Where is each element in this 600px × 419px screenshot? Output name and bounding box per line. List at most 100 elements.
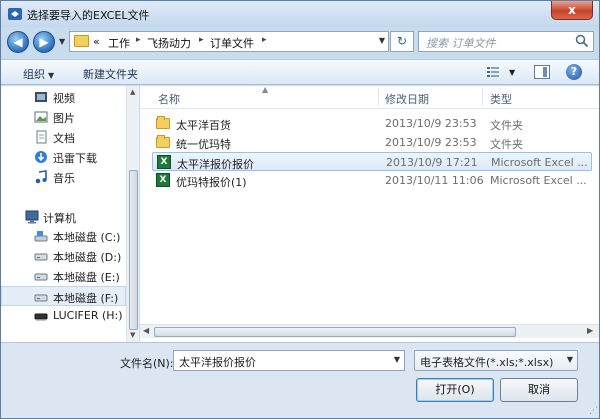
nav-item-documents[interactable]: 文档 <box>1 127 126 147</box>
breadcrumb-item[interactable]: 飞扬动力 <box>147 35 191 51</box>
nav-item-thunder-download[interactable]: 迅雷下载 <box>1 147 126 167</box>
chevron-down-icon[interactable]: ▼ <box>509 68 515 77</box>
forward-button[interactable]: ▶ <box>33 31 55 53</box>
chevron-right-icon[interactable]: ▸ <box>199 35 204 45</box>
column-type[interactable]: 类型 <box>490 91 512 107</box>
file-list-pane: ▲ 名称 修改日期 类型 太平洋百货 2013/10/9 23:53 文件夹 统… <box>140 85 599 342</box>
file-type: 文件夹 <box>490 138 523 151</box>
scroll-right-icon[interactable]: ▶ <box>587 326 593 335</box>
arrow-left-icon: ◀ <box>13 35 23 49</box>
file-row-selected[interactable]: X 太平洋报价报价 2013/10/9 17:21 Microsoft Exce… <box>152 152 592 171</box>
file-date: 2013/10/11 11:06 <box>385 174 484 187</box>
folder-icon <box>74 35 89 47</box>
new-folder-button[interactable]: 新建文件夹 <box>83 66 138 82</box>
column-divider[interactable] <box>378 88 379 106</box>
recent-locations-dropdown[interactable]: ▼ <box>59 37 65 46</box>
nav-item-drive-c[interactable]: 本地磁盘 (C:) <box>1 226 126 246</box>
documents-icon <box>36 130 47 144</box>
nav-item-label: 迅雷下载 <box>53 152 97 165</box>
search-input[interactable]: 搜索 订单文件 <box>418 31 594 52</box>
file-open-dialog: 选择要导入的EXCEL文件 x ◀ ▶ ▼ « 工作 ▸ 飞扬动力 ▸ 订单文件… <box>0 0 600 419</box>
breadcrumb-root[interactable]: « <box>93 35 100 48</box>
computer-icon <box>25 210 39 224</box>
nav-item-pictures[interactable]: 图片 <box>1 107 126 127</box>
chevron-right-icon[interactable]: ▸ <box>262 35 267 45</box>
nav-item-drive-f[interactable]: 本地磁盘 (F:) <box>1 286 126 306</box>
column-name[interactable]: 名称 <box>158 91 180 107</box>
file-row[interactable]: X 优玛特报价(1) 2013/10/11 11:06 Microsoft Ex… <box>152 171 592 190</box>
filename-field[interactable]: 太平洋报价报价 ▼ <box>173 350 405 371</box>
file-type: Microsoft Excel ... <box>490 174 587 187</box>
preview-pane-icon[interactable] <box>534 65 550 79</box>
cancel-button[interactable]: 取消 <box>500 378 578 402</box>
filename-label: 文件名(N): <box>120 357 174 370</box>
nav-item-label: 本地磁盘 (E:) <box>53 271 120 284</box>
video-icon <box>35 92 47 102</box>
nav-item-drive-d[interactable]: 本地磁盘 (D:) <box>1 246 126 266</box>
close-button[interactable]: x <box>551 1 593 20</box>
scroll-thumb[interactable] <box>129 170 138 330</box>
drive-icon <box>34 253 48 261</box>
command-toolbar: 组织 ▼ 新建文件夹 ▼ ? <box>1 59 599 85</box>
sort-ascending-icon: ▲ <box>262 85 269 94</box>
back-button[interactable]: ◀ <box>7 31 29 53</box>
app-icon <box>8 8 22 20</box>
search-icon[interactable] <box>575 34 589 48</box>
chevron-down-icon[interactable]: ▼ <box>394 355 400 364</box>
scroll-thumb[interactable] <box>154 327 516 337</box>
file-row[interactable]: 太平洋百货 2013/10/9 23:53 文件夹 <box>152 114 592 133</box>
chevron-down-icon: ▼ <box>48 71 55 80</box>
scroll-up-icon[interactable]: ▲ <box>130 88 135 96</box>
file-type: Microsoft Excel ... <box>491 156 588 169</box>
help-icon[interactable]: ? <box>566 64 582 80</box>
window-title: 选择要导入的EXCEL文件 <box>27 9 150 22</box>
usb-drive-icon <box>34 313 48 321</box>
resize-grip-icon[interactable]: ⋰ <box>589 406 598 416</box>
nav-item-label: 本地磁盘 (D:) <box>53 251 122 264</box>
nav-item-label: 视频 <box>53 92 75 105</box>
nav-item-label: LUCIFER (H:) <box>53 309 123 322</box>
refresh-button[interactable]: ↻ <box>390 31 414 52</box>
pictures-icon <box>34 111 48 123</box>
breadcrumb-item[interactable]: 工作 <box>108 35 130 51</box>
file-name: 太平洋百货 <box>176 119 231 132</box>
scroll-left-icon[interactable]: ◀ <box>143 326 149 335</box>
breadcrumb-item[interactable]: 订单文件 <box>210 35 254 51</box>
column-header: ▲ 名称 修改日期 类型 <box>140 85 599 109</box>
address-bar[interactable]: « 工作 ▸ 飞扬动力 ▸ 订单文件 ▸ ▼ <box>69 31 389 52</box>
nav-item-drive-e[interactable]: 本地磁盘 (E:) <box>1 266 126 286</box>
search-placeholder: 搜索 订单文件 <box>426 37 496 50</box>
dialog-footer: 文件名(N): 太平洋报价报价 ▼ 电子表格文件(*.xls;*.xlsx) ▼… <box>1 342 599 418</box>
nav-item-drive-h[interactable]: LUCIFER (H:) <box>1 306 126 326</box>
system-drive-icon <box>34 231 48 242</box>
organize-button[interactable]: 组织 ▼ <box>23 66 54 82</box>
file-type-select[interactable]: 电子表格文件(*.xls;*.xlsx) ▼ <box>414 350 578 371</box>
drive-icon <box>34 294 48 302</box>
file-date: 2013/10/9 17:21 <box>386 156 478 169</box>
arrow-right-icon: ▶ <box>39 35 49 49</box>
nav-item-music[interactable]: 音乐 <box>1 167 126 187</box>
chevron-down-icon[interactable]: ▼ <box>379 36 385 45</box>
column-divider[interactable] <box>482 88 483 106</box>
column-modified[interactable]: 修改日期 <box>385 91 429 107</box>
file-name: 太平洋报价报价 <box>177 158 254 171</box>
refresh-icon: ↻ <box>396 34 408 48</box>
folder-icon <box>156 116 170 129</box>
nav-item-video[interactable]: 视频 <box>1 87 126 107</box>
chevron-down-icon: ▼ <box>566 355 573 364</box>
nav-item-computer[interactable]: 计算机 <box>1 207 126 227</box>
music-icon <box>35 170 47 184</box>
open-button[interactable]: 打开(O) <box>416 378 494 402</box>
scroll-down-icon[interactable]: ▼ <box>130 331 135 339</box>
file-name: 优玛特报价(1) <box>176 176 247 189</box>
horizontal-scrollbar[interactable]: ◀ ▶ <box>140 324 599 338</box>
filename-value: 太平洋报价报价 <box>179 356 256 369</box>
file-row[interactable]: 统一优玛特 2013/10/9 23:53 文件夹 <box>152 133 592 152</box>
nav-scrollbar[interactable]: ▲ ▼ <box>126 86 139 342</box>
excel-file-icon: X <box>157 155 171 169</box>
navigation-pane: 视频 图片 文档 迅雷下载 音乐 计算机 本地磁盘 (C:) 本地磁盘 (D:)… <box>1 86 139 342</box>
nav-item-label: 计算机 <box>43 212 76 225</box>
chevron-right-icon[interactable]: ▸ <box>136 35 141 45</box>
organize-label: 组织 <box>23 68 45 81</box>
view-options-icon[interactable] <box>486 65 500 79</box>
